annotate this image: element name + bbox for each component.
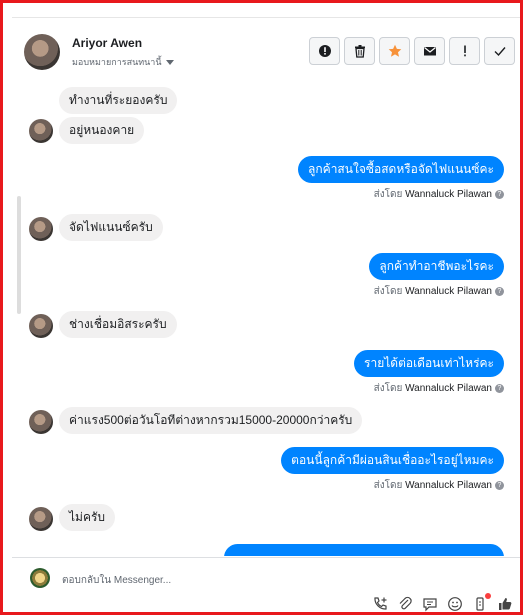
- caret-down-icon: [165, 60, 174, 66]
- attachment-icon: [399, 596, 412, 610]
- sent-by-prefix: ส่งโดย: [373, 480, 403, 491]
- message-outgoing: รายได้ต่อเดือนเท่าไหร่คะ: [354, 350, 504, 377]
- toolbar: [309, 37, 515, 65]
- star-button[interactable]: [379, 37, 410, 65]
- composer: [12, 557, 520, 612]
- sent-by-label: ส่งโดย Wannaluck Pilawan?: [374, 381, 504, 396]
- contact-avatar-small: [29, 410, 53, 434]
- conversation-header: Ariyor Awen มอบหมายการสนทนานี้: [12, 17, 520, 87]
- call-button[interactable]: [372, 596, 388, 612]
- sent-by-label: ส่งโดย Wannaluck Pilawan?: [374, 284, 504, 299]
- page-logo-icon: [30, 568, 50, 588]
- flag-icon: [318, 45, 331, 57]
- assign-conversation-dropdown[interactable]: มอบหมายการสนทนานี้: [72, 55, 174, 69]
- sent-by-prefix: ส่งโดย: [373, 189, 403, 200]
- message-incoming: ทำงานที่ระยองครับ: [59, 87, 178, 114]
- message-outgoing: ตอนนี้ลูกค้ามีผ่อนสินเชื่ออะไรอยู่ไหมคะ: [281, 447, 504, 474]
- message-thread[interactable]: ทำงานที่ระยองครับ อยู่หนองคาย ลูกค้าสนใจ…: [12, 86, 520, 556]
- scrollbar[interactable]: [17, 196, 21, 314]
- app-frame: Ariyor Awen มอบหมายการสนทนานี้ ทำงานที่ร…: [0, 0, 523, 615]
- sent-by-prefix: ส่งโดย: [373, 383, 403, 394]
- contact-avatar-small: [29, 507, 53, 531]
- envelope-icon: [423, 47, 436, 56]
- sent-by-label: ส่งโดย Wannaluck Pilawan?: [374, 187, 504, 202]
- check-icon: [494, 47, 506, 57]
- notification-dot: [485, 593, 491, 599]
- contact-avatar[interactable]: [24, 34, 60, 70]
- mark-done-button[interactable]: [484, 37, 515, 65]
- sent-by-label: ส่งโดย Wannaluck Pilawan?: [374, 478, 504, 493]
- message-incoming: ช่างเชื่อมอิสระครับ: [59, 311, 177, 338]
- star-icon: [388, 44, 401, 57]
- mark-unread-button[interactable]: [414, 37, 445, 65]
- attach-button[interactable]: [397, 596, 413, 612]
- message-outgoing-partial: [224, 544, 504, 556]
- phone-plus-icon: [374, 597, 387, 610]
- message-incoming: อยู่หนองคาย: [59, 117, 145, 144]
- agent-name: Wannaluck Pilawan: [405, 480, 492, 491]
- mark-spam-button[interactable]: [449, 37, 480, 65]
- info-icon[interactable]: ?: [495, 189, 504, 199]
- flag-button[interactable]: [309, 37, 340, 65]
- sent-by-prefix: ส่งโดย: [373, 286, 403, 297]
- agent-name: Wannaluck Pilawan: [405, 286, 492, 297]
- automation-button[interactable]: [472, 593, 491, 612]
- saved-replies-button[interactable]: [422, 596, 438, 612]
- message-outgoing: ลูกค้าสนใจซื้อสดหรือจัดไฟแนนซ์คะ: [298, 156, 504, 183]
- like-button[interactable]: [497, 596, 513, 612]
- message-incoming: ค่าแรง500ต่อวันโอทีต่างหากรวม15000-20000…: [59, 407, 363, 434]
- agent-name: Wannaluck Pilawan: [405, 189, 492, 200]
- assign-label: มอบหมายการสนทนานี้: [72, 57, 162, 67]
- contact-avatar-small: [29, 314, 53, 338]
- emoji-icon: [448, 597, 462, 611]
- trash-icon: [354, 45, 365, 58]
- info-icon[interactable]: ?: [495, 480, 504, 490]
- emoji-button[interactable]: [447, 596, 463, 612]
- exclamation-icon: [463, 45, 466, 57]
- composer-toolbar: [372, 593, 513, 612]
- message-outgoing: ลูกค้าทำอาชีพอะไรคะ: [369, 253, 504, 280]
- message-incoming: ไม่ครับ: [59, 504, 116, 531]
- contact-name[interactable]: Ariyor Awen: [72, 36, 142, 50]
- like-icon: [499, 598, 512, 610]
- contact-avatar-small: [29, 217, 53, 241]
- info-icon[interactable]: ?: [495, 383, 504, 393]
- info-icon[interactable]: ?: [495, 286, 504, 296]
- contact-avatar-small: [29, 119, 53, 143]
- reply-input[interactable]: [60, 570, 364, 590]
- agent-name: Wannaluck Pilawan: [405, 383, 492, 394]
- message-incoming: จัดไฟแนนซ์ครับ: [59, 214, 163, 241]
- delete-button[interactable]: [344, 37, 375, 65]
- saved-reply-icon: [423, 598, 437, 612]
